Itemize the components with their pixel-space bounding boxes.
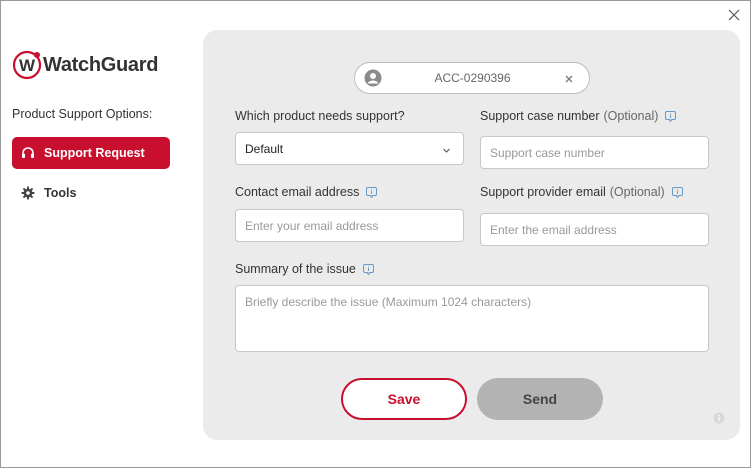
contact-email-label-text: Contact email address (235, 185, 360, 199)
info-icon[interactable] (362, 263, 374, 275)
clear-icon[interactable] (563, 72, 575, 84)
sidebar-item-support-request[interactable]: Support Request (12, 137, 170, 169)
close-icon[interactable] (726, 7, 742, 23)
summary-label: Summary of the issue (235, 262, 374, 276)
sidebar-item-label: Tools (44, 186, 77, 200)
sidebar-title: Product Support Options: (12, 107, 153, 121)
send-button[interactable]: Send (477, 378, 603, 420)
contact-email-input[interactable] (245, 218, 463, 233)
product-select[interactable]: Default (235, 132, 464, 165)
provider-email-label: Support provider email (Optional) (480, 185, 683, 199)
save-button[interactable]: Save (341, 378, 467, 420)
user-avatar-icon (364, 69, 382, 87)
chevron-down-icon (442, 144, 451, 153)
product-label-text: Which product needs support? (235, 109, 405, 123)
provider-email-input[interactable] (490, 222, 708, 237)
product-select-value: Default (245, 141, 284, 156)
watchguard-logo: W WatchGuard (12, 47, 158, 83)
case-number-field[interactable] (480, 136, 709, 169)
logo-text: WatchGuard (43, 53, 159, 76)
gear-icon (21, 186, 35, 200)
provider-email-field[interactable] (480, 213, 709, 246)
account-id: ACC-0290396 (434, 71, 511, 85)
sidebar-item-label: Support Request (44, 146, 145, 160)
case-number-input[interactable] (490, 145, 708, 160)
summary-field[interactable] (235, 285, 709, 352)
optional-tag: (Optional) (609, 185, 665, 199)
case-number-label: Support case number (Optional) (480, 109, 677, 123)
info-circle-icon[interactable] (713, 411, 725, 424)
headset-icon (21, 146, 35, 160)
info-icon[interactable] (671, 186, 683, 198)
info-icon[interactable] (665, 110, 677, 122)
logo-mark-icon: W (12, 50, 42, 80)
provider-email-label-text: Support provider email (480, 185, 606, 199)
contact-email-field[interactable] (235, 209, 464, 242)
summary-textarea[interactable] (245, 295, 708, 343)
support-form-panel: ACC-0290396 Which product needs support?… (203, 30, 740, 440)
contact-email-label: Contact email address (235, 185, 378, 199)
sidebar-item-tools[interactable]: Tools (12, 177, 170, 209)
case-number-label-text: Support case number (480, 109, 600, 123)
svg-text:W: W (19, 56, 36, 75)
optional-tag: (Optional) (603, 109, 659, 123)
info-icon[interactable] (366, 186, 378, 198)
product-label: Which product needs support? (235, 109, 405, 123)
account-selector[interactable]: ACC-0290396 (354, 62, 590, 94)
app-window: W WatchGuard Product Support Options: Su… (0, 0, 751, 468)
summary-label-text: Summary of the issue (235, 262, 356, 276)
